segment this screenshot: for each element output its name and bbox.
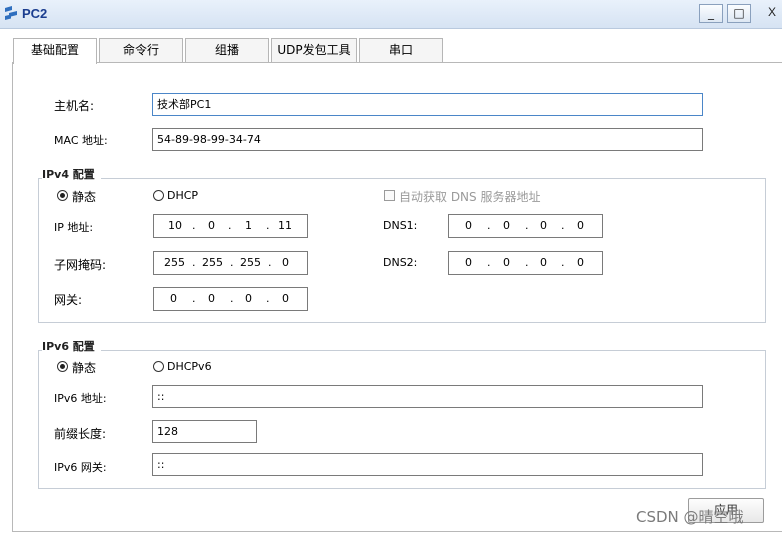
gw-dot: .	[230, 292, 234, 305]
ipv4-group-title: IPv4 配置	[42, 166, 101, 182]
ipv4-dhcp-label: DHCP	[167, 189, 199, 202]
ipv6-gateway-label: IPv6 网关:	[54, 461, 107, 474]
ip-octet-2: 0	[208, 219, 215, 232]
maximize-button[interactable]: □	[727, 4, 751, 23]
tab-multicast[interactable]: 组播	[185, 38, 269, 63]
minimize-button[interactable]: _	[699, 4, 723, 23]
dns1-dot: .	[487, 219, 491, 232]
ip-dot: .	[266, 219, 270, 232]
ipv6-dhcp-radio[interactable]	[153, 361, 164, 372]
title-bar: PC2 _ □ X	[0, 0, 782, 29]
tab-basic-config[interactable]: 基础配置	[13, 38, 97, 64]
dns2-dot: .	[561, 256, 565, 269]
mask-dot: .	[268, 256, 272, 269]
dns2-label: DNS2:	[383, 256, 418, 269]
tab-udp-tool[interactable]: UDP发包工具	[271, 38, 357, 63]
auto-dns-checkbox[interactable]	[384, 190, 395, 201]
gw-octet-2: 0	[208, 292, 215, 305]
mask-dot: .	[192, 256, 196, 269]
ip-octet-4: 11	[278, 219, 292, 232]
dns2-dot: .	[525, 256, 529, 269]
dns2-octet-2: 0	[503, 256, 510, 269]
mask-octet-1: 255	[164, 256, 185, 269]
hostname-input[interactable]: 技术部PC1	[152, 93, 703, 116]
dns2-octet-4: 0	[577, 256, 584, 269]
mask-octet-4: 0	[282, 256, 289, 269]
ipv6-dhcp-label: DHCPv6	[167, 360, 212, 373]
prefix-length-label: 前缀长度:	[54, 427, 107, 441]
mask-dot: .	[230, 256, 234, 269]
gw-octet-3: 0	[245, 292, 252, 305]
ipv4-dhcp-radio[interactable]	[153, 190, 164, 201]
dns2-dot: .	[487, 256, 491, 269]
ipv4-static-radio[interactable]	[57, 190, 68, 201]
tab-serial-port[interactable]: 串口	[359, 38, 443, 63]
auto-dns-label: 自动获取 DNS 服务器地址	[399, 190, 541, 204]
dns2-octet-3: 0	[540, 256, 547, 269]
dns1-octet-4: 0	[577, 219, 584, 232]
mask-octet-2: 255	[202, 256, 223, 269]
dns1-label: DNS1:	[383, 219, 418, 232]
dns1-dot: .	[561, 219, 565, 232]
ipv6-static-radio[interactable]	[57, 361, 68, 372]
tab-command-line[interactable]: 命令行	[99, 38, 183, 63]
window-title: PC2	[22, 6, 48, 21]
ip-octet-3: 1	[245, 219, 252, 232]
mask-octet-3: 255	[240, 256, 261, 269]
close-button[interactable]: X	[760, 4, 782, 23]
ipv6-static-label: 静态	[72, 361, 97, 375]
dns1-input[interactable]: 0 . 0 . 0 . 0	[448, 214, 603, 238]
pc-app-icon	[5, 6, 17, 20]
gw-octet-4: 0	[282, 292, 289, 305]
ipv4-static-label: 静态	[72, 190, 97, 204]
gw-dot: .	[192, 292, 196, 305]
gateway-input[interactable]: 0 . 0 . 0 . 0	[153, 287, 308, 311]
hostname-label: 主机名:	[54, 99, 95, 113]
gw-octet-1: 0	[170, 292, 177, 305]
ipv6-address-input[interactable]: ::	[152, 385, 703, 408]
ip-dot: .	[228, 219, 232, 232]
gw-dot: .	[266, 292, 270, 305]
csdn-watermark: CSDN @晴空哦	[636, 508, 744, 526]
dns1-octet-1: 0	[465, 219, 472, 232]
dns2-octet-1: 0	[465, 256, 472, 269]
ip-label: IP 地址:	[54, 221, 94, 234]
ip-dot: .	[192, 219, 196, 232]
mask-label: 子网掩码:	[54, 258, 107, 272]
dns1-octet-3: 0	[540, 219, 547, 232]
ip-octet-1: 10	[168, 219, 182, 232]
dns1-octet-2: 0	[503, 219, 510, 232]
mac-label: MAC 地址:	[54, 134, 108, 147]
gateway-label: 网关:	[54, 293, 83, 307]
mac-field[interactable]: 54-89-98-99-34-74	[152, 128, 703, 151]
prefix-length-input[interactable]: 128	[152, 420, 257, 443]
subnet-mask-input[interactable]: 255 . 255 . 255 . 0	[153, 251, 308, 275]
ipv6-address-label: IPv6 地址:	[54, 392, 107, 405]
dns2-input[interactable]: 0 . 0 . 0 . 0	[448, 251, 603, 275]
dns1-dot: .	[525, 219, 529, 232]
ipv6-gateway-input[interactable]: ::	[152, 453, 703, 476]
ip-address-input[interactable]: 10 . 0 . 1 . 11	[153, 214, 308, 238]
ipv6-group-title: IPv6 配置	[42, 338, 101, 354]
